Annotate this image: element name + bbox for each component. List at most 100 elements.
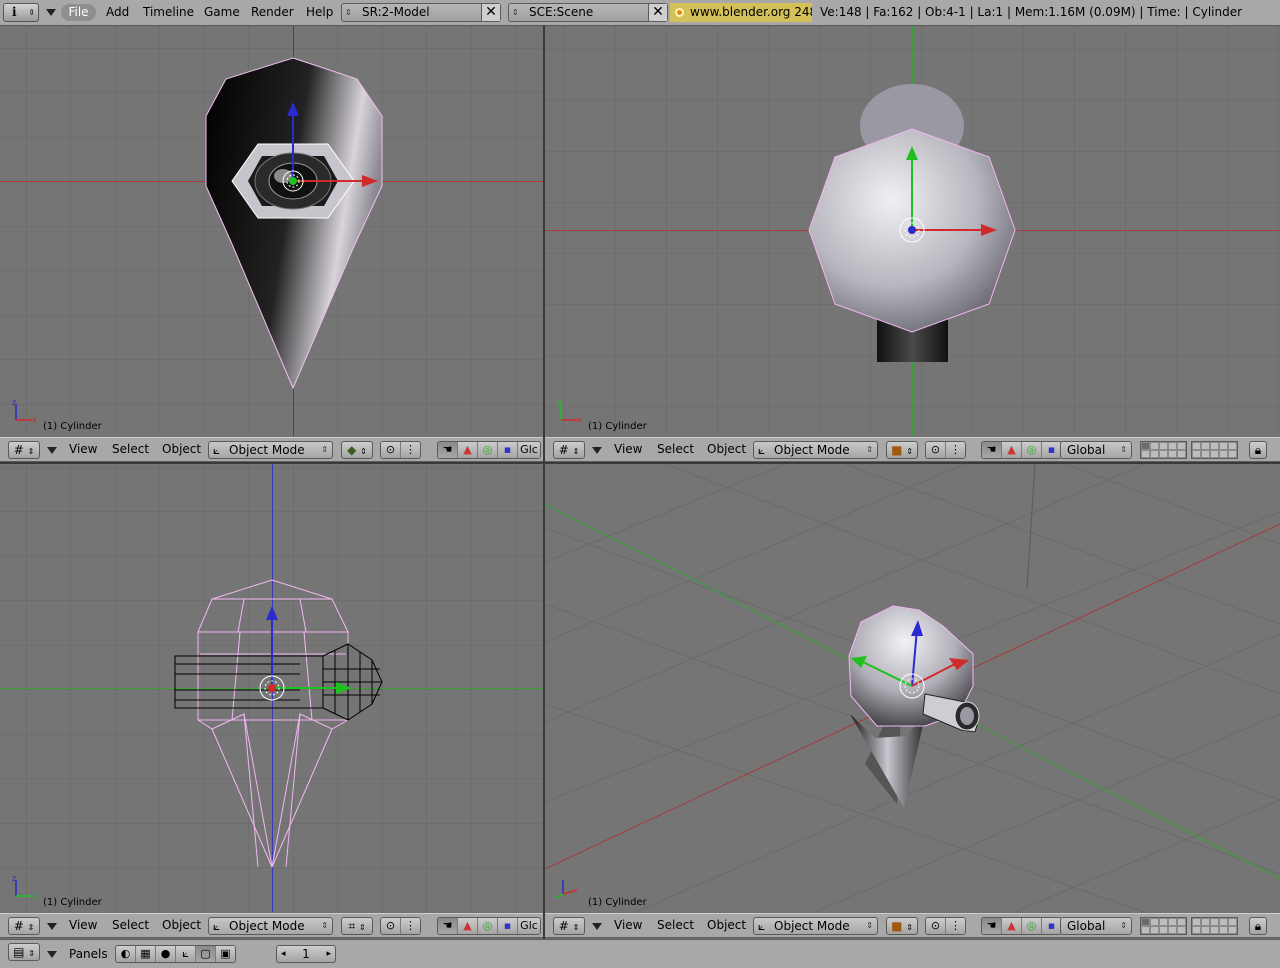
layer-buttons[interactable] [1140, 917, 1242, 935]
menu-view[interactable]: View [614, 914, 642, 937]
layer-buttons[interactable] [1140, 441, 1242, 459]
pivot-icon[interactable]: ⊙ [926, 918, 946, 934]
translate-icon[interactable]: ▲ [1002, 918, 1022, 934]
viewport-side-canvas[interactable] [0, 464, 543, 912]
scale-icon[interactable]: ▪ [1042, 918, 1061, 934]
blender-url[interactable]: www.blender.org 248 [670, 3, 812, 22]
updown-icon[interactable]: ⇕ [512, 4, 519, 21]
translate-icon[interactable]: ▲ [1002, 442, 1022, 458]
collapse-menu-icon[interactable] [592, 447, 602, 454]
orientation-cut[interactable]: Glc [518, 442, 540, 458]
menu-render[interactable]: Render [251, 0, 294, 25]
draw-type-button[interactable]: ■ ⇕ [886, 917, 918, 935]
frame-number-field[interactable]: ◂ 1 ▸ [276, 945, 336, 963]
menu-panels[interactable]: Panels [69, 940, 108, 968]
viewport-perspective[interactable]: (1) Cylinder [545, 464, 1280, 912]
menu-add[interactable]: Add [106, 0, 129, 25]
collapse-menu-icon[interactable] [47, 923, 57, 930]
hand-manipulator-icon[interactable]: ☚ [982, 918, 1002, 934]
draw-type-button[interactable]: ■ ⇕ [886, 441, 918, 459]
draw-type-button[interactable]: ◆ ⇕ [341, 441, 373, 459]
viewport-front-canvas[interactable] [0, 26, 543, 436]
translate-icon[interactable]: ▲ [458, 918, 478, 934]
collapse-menu-icon[interactable] [592, 923, 602, 930]
editor-type-button[interactable]: # ⇕ [553, 917, 585, 935]
editing-icon[interactable]: ▢ [196, 946, 216, 962]
menu-object[interactable]: Object [162, 914, 201, 937]
editor-type-button[interactable]: # ⇕ [553, 441, 585, 459]
rotate-icon[interactable]: ◎ [1022, 918, 1042, 934]
pivot-options-icon[interactable]: ⋮ [401, 918, 420, 934]
collapse-menu-icon[interactable] [46, 9, 56, 16]
menu-select[interactable]: Select [112, 914, 149, 937]
menu-timeline[interactable]: Timeline [143, 0, 194, 25]
viewport-top[interactable]: y x (1) Cylinder [545, 26, 1280, 436]
mode-selector[interactable]: ⟀ Object Mode ⇕ [208, 917, 333, 935]
object-icon[interactable]: ⟀ [176, 946, 196, 962]
menu-view[interactable]: View [614, 438, 642, 461]
orientation-selector[interactable]: Global ⇕ [1060, 917, 1132, 935]
pivot-icon[interactable]: ⊙ [381, 918, 401, 934]
scale-icon[interactable]: ▪ [498, 442, 518, 458]
hand-manipulator-icon[interactable]: ☚ [438, 442, 458, 458]
scale-icon[interactable]: ▪ [498, 918, 518, 934]
pivot-options-icon[interactable]: ⋮ [946, 918, 965, 934]
rotate-icon[interactable]: ◎ [478, 918, 498, 934]
editor-type-button[interactable]: # ⇕ [8, 917, 40, 935]
viewport-side[interactable]: z y (1) Cylinder [0, 464, 543, 912]
viewport-perspective-canvas[interactable] [545, 464, 1280, 912]
script-icon[interactable]: ▦ [136, 946, 156, 962]
logic-icon[interactable]: ◐ [116, 946, 136, 962]
menu-view[interactable]: View [69, 438, 97, 461]
screen-name[interactable]: SR:2-Model [362, 4, 430, 21]
scene-icon[interactable]: ▣ [216, 946, 235, 962]
vertical-split[interactable] [543, 25, 545, 939]
mode-selector[interactable]: ⟀ Object Mode ⇕ [208, 441, 333, 459]
delete-screen-icon[interactable]: ✕ [481, 4, 500, 21]
menu-select[interactable]: Select [112, 438, 149, 461]
delete-scene-icon[interactable]: ✕ [648, 4, 667, 21]
pivot-options-icon[interactable]: ⋮ [946, 442, 965, 458]
menu-object[interactable]: Object [707, 914, 746, 937]
mode-selector[interactable]: ⟀ Object Mode ⇕ [753, 917, 878, 935]
menu-view[interactable]: View [69, 914, 97, 937]
pivot-icon[interactable]: ⊙ [926, 442, 946, 458]
decrement-arrow-icon[interactable]: ◂ [281, 946, 286, 962]
orientation-cut[interactable]: Glc [518, 918, 540, 934]
menu-file[interactable]: File [61, 4, 96, 21]
collapse-menu-icon[interactable] [47, 951, 57, 958]
hand-manipulator-icon[interactable]: ☚ [982, 442, 1002, 458]
collapse-menu-icon[interactable] [47, 447, 57, 454]
viewport-front[interactable]: z x (1) Cylinder [0, 26, 543, 436]
window-type-info-button[interactable]: i ⇕ [3, 3, 39, 22]
editor-type-button[interactable]: ▤ ⇕ [8, 943, 40, 961]
shading-icon[interactable]: ● [156, 946, 176, 962]
scene-selector[interactable]: ⇕ SCE:Scene ✕ [508, 3, 668, 22]
menu-object[interactable]: Object [162, 438, 201, 461]
increment-arrow-icon[interactable]: ▸ [326, 946, 331, 962]
pivot-options-icon[interactable]: ⋮ [401, 442, 420, 458]
menu-select[interactable]: Select [657, 438, 694, 461]
horizontal-split[interactable] [0, 462, 1280, 464]
mode-selector[interactable]: ⟀ Object Mode ⇕ [753, 441, 878, 459]
rotate-icon[interactable]: ◎ [478, 442, 498, 458]
orientation-selector[interactable]: Global ⇕ [1060, 441, 1132, 459]
menu-help[interactable]: Help [306, 0, 333, 25]
editor-type-button[interactable]: # ⇕ [8, 441, 40, 459]
frame-number-value[interactable]: 1 [302, 947, 310, 961]
menu-object[interactable]: Object [707, 438, 746, 461]
translate-icon[interactable]: ▲ [458, 442, 478, 458]
lock-icon[interactable]: 🔒︎ [1249, 441, 1267, 459]
menu-select[interactable]: Select [657, 914, 694, 937]
updown-icon[interactable]: ⇕ [345, 4, 352, 21]
viewport-top-canvas[interactable] [545, 26, 1280, 436]
hand-manipulator-icon[interactable]: ☚ [438, 918, 458, 934]
screen-selector[interactable]: ⇕ SR:2-Model ✕ [341, 3, 501, 22]
draw-type-button[interactable]: ⌗ ⇕ [341, 917, 373, 935]
scene-name[interactable]: SCE:Scene [529, 4, 593, 21]
scale-icon[interactable]: ▪ [1042, 442, 1061, 458]
rotate-icon[interactable]: ◎ [1022, 442, 1042, 458]
pivot-icon[interactable]: ⊙ [381, 442, 401, 458]
menu-game[interactable]: Game [204, 0, 240, 25]
lock-icon[interactable]: 🔒︎ [1249, 917, 1267, 935]
